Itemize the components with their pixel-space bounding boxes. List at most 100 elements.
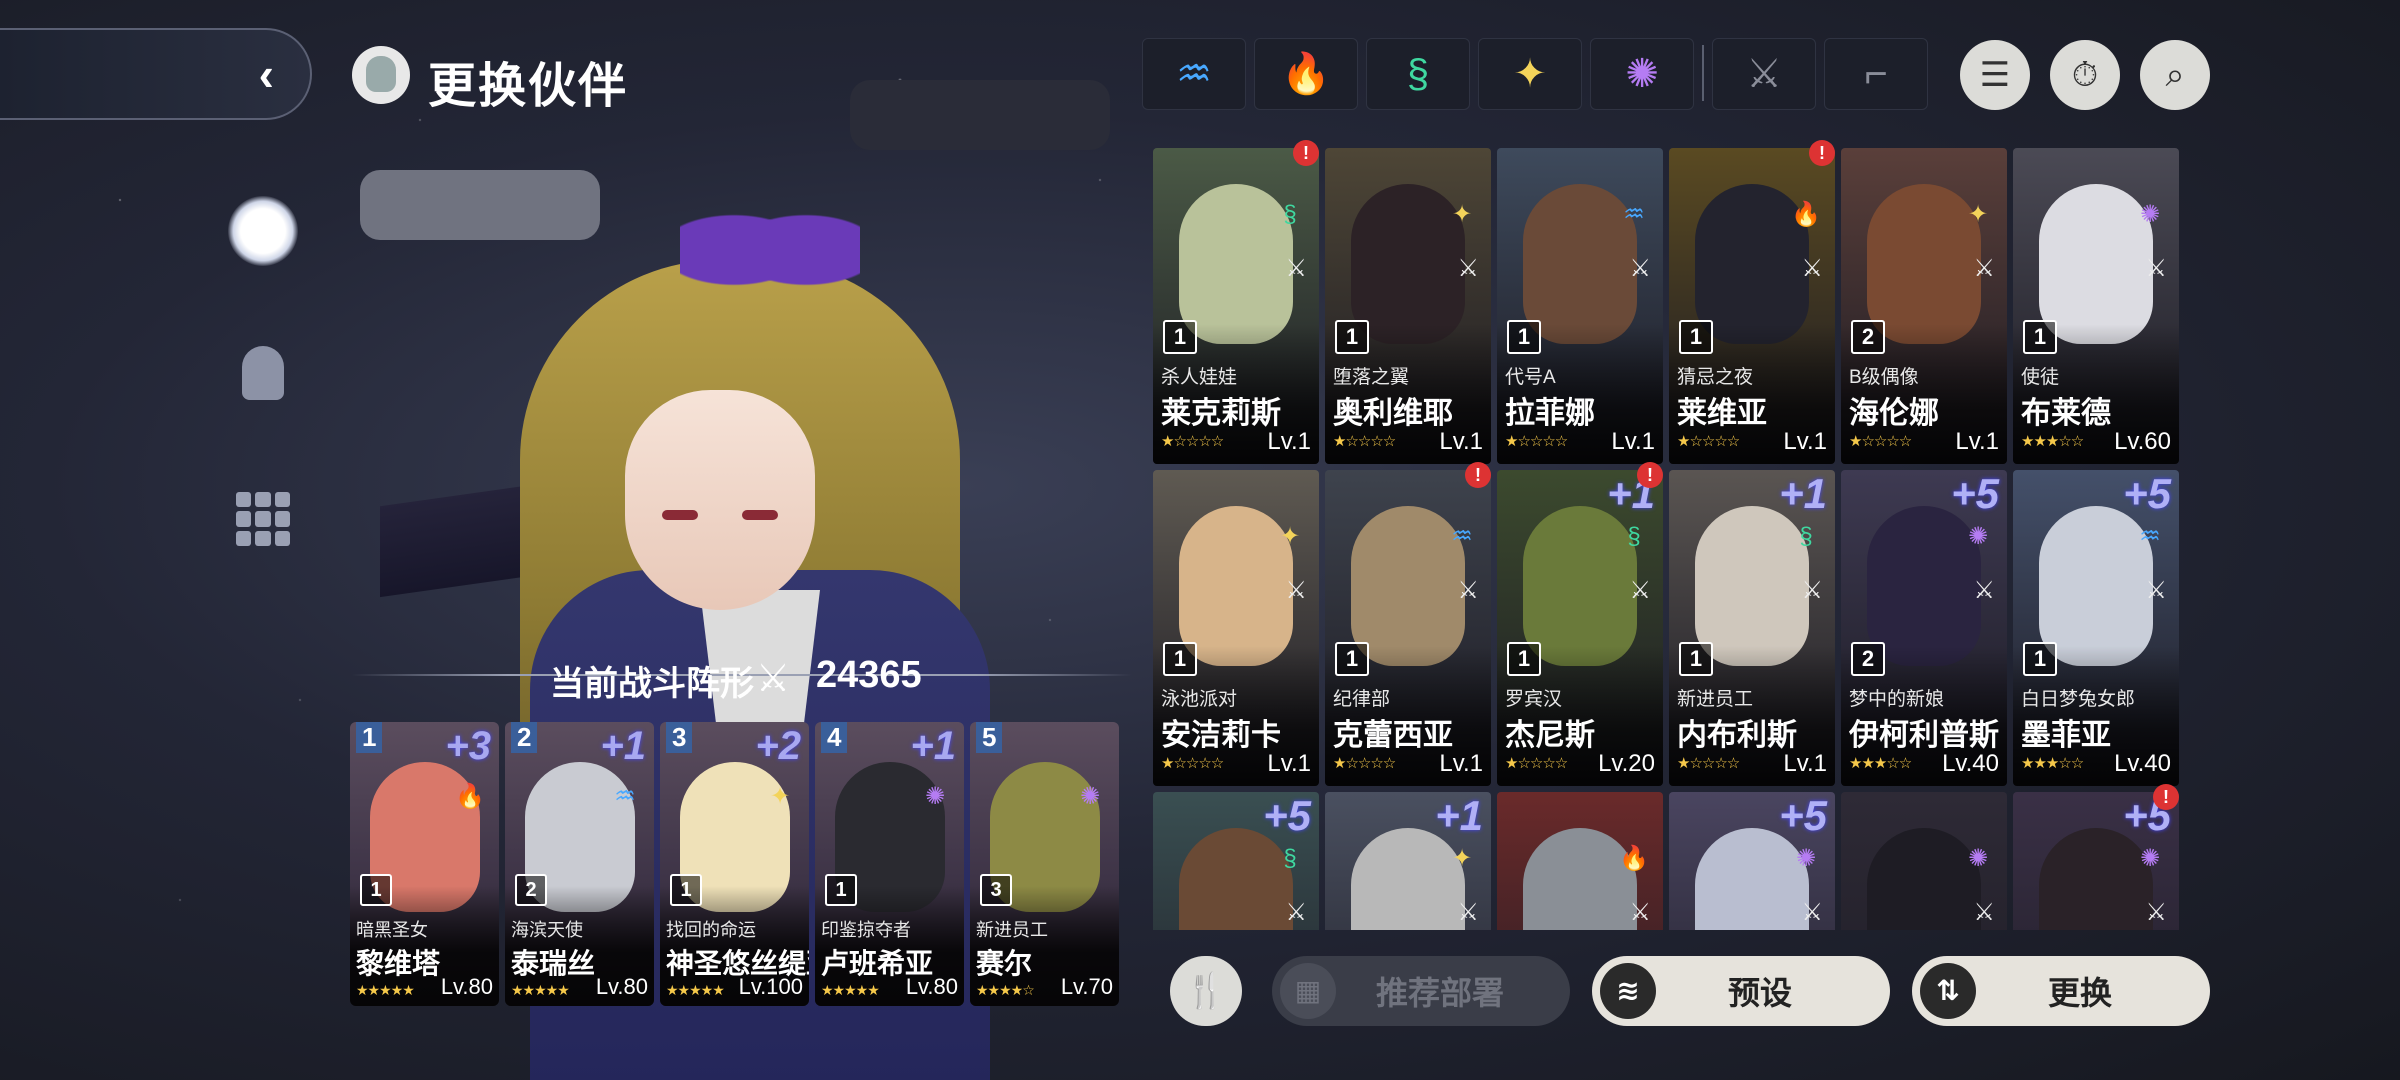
filter-icon: ☰ — [1979, 56, 2011, 94]
character-level: Lv.40 — [2114, 750, 2171, 777]
roster-card[interactable]: ♒ ⚔ 1 纪律部 克蕾西亚 ★☆☆☆☆ Lv.1 — [1325, 470, 1491, 786]
character-name: 赛尔 — [976, 948, 1033, 979]
swap-arrows-icon: ⇅ — [1920, 963, 1976, 1019]
roster-card[interactable]: ✺ ⚔ — [1841, 792, 2007, 930]
character-level: Lv.1 — [1439, 750, 1483, 777]
search-button[interactable]: ⌕ — [2140, 40, 2210, 110]
roster-card[interactable]: +5 ✺ ⚔ — [1669, 792, 1835, 930]
roster-card[interactable]: +1 ✦ ⚔ — [1325, 792, 1491, 930]
team-member-card[interactable]: 2 +1 ♒ 2 海滨天使 泰瑞丝 ★★★★★ Lv.80 — [505, 722, 654, 1006]
bottom-action-bar: 🍴 ▦ 推荐部署 ≋ 预设 ⇅ 更换 — [1120, 944, 2230, 1042]
element-icon: § — [1283, 845, 1297, 872]
upgrade-plus: +1 — [1779, 470, 1827, 517]
tier-badge: 1 — [360, 874, 392, 906]
character-subtitle: 新进员工 — [976, 920, 1048, 940]
filter-button[interactable]: ☰ — [1960, 40, 2030, 110]
weapon-type-icon: ⚔ — [2145, 577, 2167, 604]
roster-card[interactable]: +5 ♒ ⚔ 1 白日梦兔女郎 墨菲亚 ★★★☆☆ Lv.40 — [2013, 470, 2179, 786]
swap-button[interactable]: ⇅ 更换 — [1912, 956, 2210, 1026]
element-icon: ♒ — [614, 783, 636, 810]
tier-badge: 1 — [1163, 320, 1197, 354]
star-rating: ★★★★★ — [356, 982, 415, 998]
tab-fire[interactable]: 🔥 — [1254, 38, 1358, 110]
element-icon: ✺ — [924, 783, 946, 810]
tier-badge: 2 — [515, 874, 547, 906]
character-eye — [742, 510, 778, 520]
upgrade-plus: +5 — [1263, 792, 1311, 839]
roster-card[interactable]: ✦ ⚔ 1 泳池派对 安洁莉卡 ★☆☆☆☆ Lv.1 — [1153, 470, 1319, 786]
timer-button[interactable]: ⏱ — [2050, 40, 2120, 110]
fork-knife-icon: 🍴 — [1184, 972, 1228, 1010]
slot-number: 3 — [666, 722, 693, 753]
star-rating: ★★★☆☆ — [1849, 755, 1912, 772]
roster-card[interactable]: +5 ✺ ⚔ — [2013, 792, 2179, 930]
roster-card[interactable]: +1 § ⚔ 1 新进员工 内布利斯 ★☆☆☆☆ Lv.1 — [1669, 470, 1835, 786]
weapon-type-icon: ⚔ — [1285, 577, 1307, 604]
combat-power: 24365 — [816, 654, 922, 696]
tier-badge: 1 — [670, 874, 702, 906]
star-rating: ★☆☆☆☆ — [1333, 433, 1396, 450]
roster-card[interactable]: ♒ ⚔ 1 代号A 拉菲娜 ★☆☆☆☆ Lv.1 — [1497, 148, 1663, 464]
roster-card[interactable]: 🔥 ⚔ 1 猜忌之夜 莱维亚 ★☆☆☆☆ Lv.1 — [1669, 148, 1835, 464]
character-subtitle: 杀人娃娃 — [1161, 367, 1238, 388]
weapon-type-icon: ⚔ — [1973, 577, 1995, 604]
tier-badge: 2 — [1851, 320, 1885, 354]
rail-equipment-tab[interactable] — [228, 340, 298, 410]
partner-roster-grid: § ⚔ 1 杀人娃娃 莱克莉斯 ★☆☆☆☆ Lv.1 ✦ ⚔ 1 堕落之翼 奥利维耶 ★☆☆☆☆ Lv.1… — [1153, 148, 2179, 930]
star-rating: ★☆☆☆☆ — [1505, 755, 1568, 772]
weapon-type-icon: ⚔ — [1629, 577, 1651, 604]
roster-card[interactable]: § ⚔ 1 杀人娃娃 莱克莉斯 ★☆☆☆☆ Lv.1 — [1153, 148, 1319, 464]
alert-badge-icon: ! — [1465, 462, 1491, 488]
roster-card[interactable]: 🔥 ⚔ — [1497, 792, 1663, 930]
tab-water[interactable]: ♒ — [1142, 38, 1246, 110]
team-member-card[interactable]: 1 +3 🔥 1 暗黑圣女 黎维塔 ★★★★★ Lv.80 — [350, 722, 499, 1006]
helmet-icon — [242, 346, 284, 400]
formation-label: 当前战斗阵形 — [550, 665, 754, 703]
element-icon: ♒ — [1623, 201, 1645, 228]
roster-card[interactable]: +5 § ⚔ — [1153, 792, 1319, 930]
preset-button[interactable]: ≋ 预设 — [1592, 956, 1890, 1026]
star-rating: ★☆☆☆☆ — [1677, 755, 1740, 772]
food-button[interactable]: 🍴 — [1170, 956, 1242, 1026]
weapon-type-icon: ⚔ — [2145, 899, 2167, 926]
tier-badge: 1 — [1679, 642, 1713, 676]
character-portrait — [1523, 828, 1637, 930]
team-member-card[interactable]: 3+2✦1找回的命运神圣悠丝缇亚★★★★★Lv.100 — [660, 722, 809, 1006]
element-icon: ✺ — [2139, 201, 2161, 228]
team-member-card[interactable]: 5 ✺ 3 新进员工 赛尔 ★★★★☆ Lv.70 — [970, 722, 1119, 1006]
character-subtitle: 猜忌之夜 — [1677, 367, 1754, 388]
roster-card[interactable]: ✺ ⚔ 1 使徒 布莱德 ★★★☆☆ Lv.60 — [2013, 148, 2179, 464]
upgrade-plus: +2 — [755, 724, 801, 768]
rail-partner-tab[interactable] — [228, 196, 298, 266]
character-subtitle: 新进员工 — [1677, 689, 1754, 710]
light-element-icon: ✦ — [1513, 52, 1547, 96]
roster-card[interactable]: ✦ ⚔ 2 B级偶像 海伦娜 ★☆☆☆☆ Lv.1 — [1841, 148, 2007, 464]
tab-wind[interactable]: § — [1366, 38, 1470, 110]
character-name: 泰瑞丝 — [511, 948, 596, 979]
roster-card[interactable]: +5 ✺ ⚔ 2 梦中的新娘 伊柯利普斯 ★★★☆☆ Lv.40 — [1841, 470, 2007, 786]
tier-badge: 1 — [825, 874, 857, 906]
upgrade-plus: +1 — [910, 724, 956, 768]
tab-dark[interactable]: ✺ — [1590, 38, 1694, 110]
alert-badge-icon: ! — [1637, 462, 1663, 488]
rail-formation-tab[interactable] — [228, 486, 298, 556]
team-member-card[interactable]: 4 +1 ✺ 1 印鉴掠夺者 卢班希亚 ★★★★★ Lv.80 — [815, 722, 964, 1006]
tab-light[interactable]: ✦ — [1478, 38, 1582, 110]
element-icon: ✺ — [1967, 523, 1989, 550]
element-icon: 🔥 — [1791, 201, 1821, 228]
back-button[interactable]: ‹ — [0, 28, 312, 120]
character-level: Lv.80 — [905, 974, 958, 999]
character-level: Lv.80 — [595, 974, 648, 999]
character-level: Lv.1 — [1267, 750, 1311, 777]
character-name: 墨菲亚 — [2021, 719, 2111, 752]
tab-gun[interactable]: ⌐ — [1824, 38, 1928, 110]
roster-card[interactable]: ✦ ⚔ 1 堕落之翼 奥利维耶 ★☆☆☆☆ Lv.1 — [1325, 148, 1491, 464]
character-subtitle: B级偶像 — [1849, 367, 1919, 388]
tab-sword[interactable]: ⚔ — [1712, 38, 1816, 110]
character-level: Lv.60 — [2114, 428, 2171, 455]
upgrade-plus: +1 — [1435, 792, 1483, 839]
roster-card[interactable]: +1 § ⚔ 1 罗宾汉 杰尼斯 ★☆☆☆☆ Lv.20 — [1497, 470, 1663, 786]
element-icon: ✺ — [2139, 845, 2161, 872]
tier-badge: 1 — [2023, 320, 2057, 354]
recommend-deploy-button[interactable]: ▦ 推荐部署 — [1272, 956, 1570, 1026]
